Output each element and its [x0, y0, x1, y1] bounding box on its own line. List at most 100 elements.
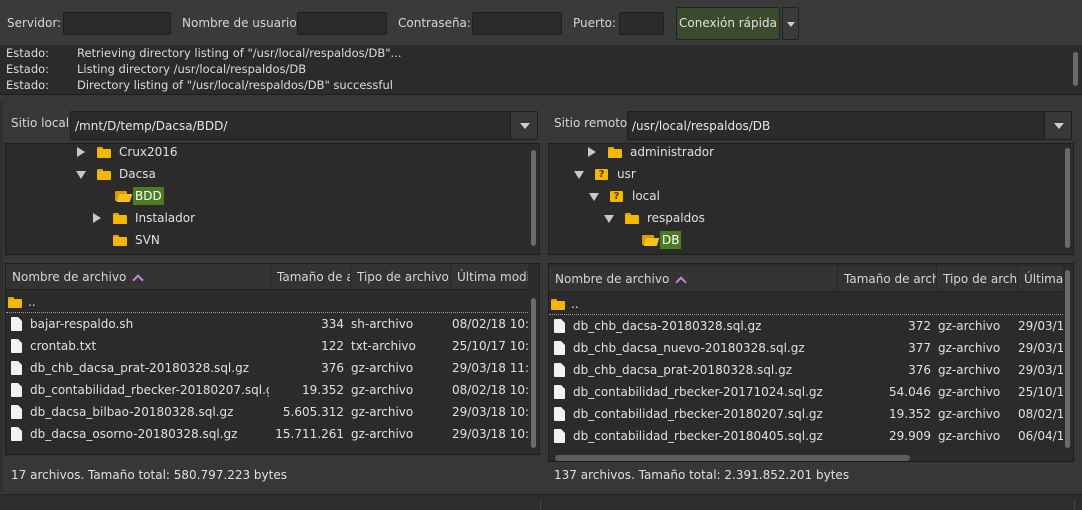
folder-icon	[113, 234, 127, 246]
remote-status-bar: 137 archivos. Tamaño total: 2.391.852.20…	[548, 462, 1074, 492]
list-clip	[6, 447, 528, 454]
local-file-list[interactable]: Nombre de archivo Tamaño de ar Tipo de a…	[5, 263, 540, 455]
port-label: Puerto:	[573, 16, 617, 30]
chevron-down-icon[interactable]	[510, 112, 537, 139]
log-line: Estado: Directory listing of "/usr/local/…	[6, 78, 393, 92]
local-status-bar: 17 archivos. Tamaño total: 580.797.223 b…	[5, 462, 540, 492]
log-line: Estado: Retrieving directory listing of "…	[6, 46, 402, 60]
list-item-parent-dir[interactable]: ..	[549, 293, 1063, 315]
table-row[interactable]: crontab.txt 122 txt-archivo 25/10/17 10:…	[6, 335, 528, 357]
message-log[interactable]: Estado: Retrieving directory listing of "…	[0, 46, 1082, 95]
collapse-arrow-icon[interactable]	[76, 169, 86, 179]
open-folder-icon	[642, 234, 660, 246]
tree-node-crux2016[interactable]: Crux2016	[76, 144, 180, 163]
local-site-bar: Sitio local: /mnt/D/temp/Dacsa/BDD/	[5, 103, 540, 143]
left-gutter	[0, 102, 3, 492]
tree-node-usr[interactable]: ? usr	[574, 163, 638, 185]
folder-icon	[97, 168, 111, 180]
table-row[interactable]: db_dacsa_bilbao-20180328.sql.gz 5.605.31…	[6, 401, 528, 423]
folder-icon	[97, 146, 111, 158]
table-row[interactable]: db_contabilidad_rbecker-20180207.sql.gz …	[6, 379, 528, 401]
username-input[interactable]	[297, 12, 387, 35]
remote-path-combobox[interactable]: /usr/local/respaldos/DB	[627, 111, 1072, 140]
expand-arrow-icon[interactable]	[92, 213, 101, 223]
table-row[interactable]: db_contabilidad_rbecker-20180405.sql.gz …	[549, 425, 1063, 447]
host-label: Servidor:	[7, 16, 62, 30]
local-list-scrollbar[interactable]	[527, 290, 539, 454]
table-row[interactable]: db_contabilidad_rbecker-20180207.sql.gz …	[549, 403, 1063, 425]
list-item-parent-dir[interactable]: ..	[6, 291, 528, 313]
tree-node-svn[interactable]: SVN	[113, 229, 162, 251]
file-icon	[11, 361, 22, 375]
folder-icon	[8, 296, 22, 308]
remote-tree-scrollbar[interactable]	[1061, 144, 1073, 254]
remote-path-value: /usr/local/respaldos/DB	[632, 119, 771, 133]
table-row[interactable]: db_chb_dacsa-20180328.sql.gz 372 gz-arch…	[549, 315, 1063, 337]
chevron-down-icon[interactable]	[1044, 112, 1071, 139]
remote-list-scrollbar[interactable]	[1061, 266, 1073, 452]
table-row[interactable]: bajar-respaldo.sh 334 sh-archivo 08/02/1…	[6, 313, 528, 335]
tree-node-administrador[interactable]: administrador	[587, 144, 716, 163]
folder-icon	[608, 146, 622, 158]
collapse-arrow-icon[interactable]	[574, 169, 584, 179]
log-line: Estado: Listing directory /usr/local/resp…	[6, 62, 307, 76]
tree-node-dacsa[interactable]: Dacsa	[76, 163, 158, 185]
tree-node-bdd[interactable]: BDD	[115, 185, 164, 207]
expand-arrow-icon[interactable]	[587, 147, 596, 157]
local-tree-scrollbar[interactable]	[527, 144, 539, 254]
quickconnect-button[interactable]: Conexión rápida	[676, 7, 780, 40]
sort-ascending-icon	[132, 273, 142, 281]
password-input[interactable]	[472, 12, 562, 35]
file-icon	[554, 385, 565, 399]
column-header-type[interactable]: Tipo de archiv	[937, 266, 1018, 292]
file-icon	[11, 317, 22, 331]
unknown-folder-icon: ?	[595, 168, 609, 180]
remote-directory-tree[interactable]: administrador ? usr ? local respaldos DB	[548, 143, 1074, 255]
table-row[interactable]: db_chb_dacsa_prat-20180328.sql.gz 376 gz…	[549, 359, 1063, 381]
file-icon	[11, 405, 22, 419]
table-row[interactable]: db_chb_dacsa_nuevo-20180328.sql.gz 377 g…	[549, 337, 1063, 359]
host-input[interactable]	[63, 12, 171, 35]
column-header-size[interactable]: Tamaño de archi	[838, 266, 937, 292]
column-header-filename[interactable]: Nombre de archivo	[6, 264, 271, 290]
file-icon	[554, 407, 565, 421]
column-header-modified[interactable]: Última m	[1018, 266, 1063, 292]
table-row[interactable]: db_chb_dacsa_prat-20180328.sql.gz 376 gz…	[6, 357, 528, 379]
remote-file-list[interactable]: Nombre de archivo Tamaño de archi Tipo d…	[548, 263, 1074, 462]
file-icon	[554, 363, 565, 377]
table-row[interactable]: db_dacsa_osorno-20180328.sql.gz 15.711.2…	[6, 423, 528, 445]
tree-node-respaldos[interactable]: respaldos	[604, 207, 707, 229]
collapse-arrow-icon[interactable]	[604, 213, 614, 223]
local-path-combobox[interactable]: /mnt/D/temp/Dacsa/BDD/	[70, 111, 538, 140]
column-header-size[interactable]: Tamaño de ar	[271, 264, 351, 290]
collapse-arrow-icon[interactable]	[589, 191, 599, 201]
port-input[interactable]	[619, 12, 664, 35]
remote-site-label: Sitio remoto:	[554, 116, 632, 130]
log-scrollbar[interactable]	[1070, 46, 1082, 94]
file-icon	[11, 427, 22, 441]
folder-icon	[113, 212, 127, 224]
remote-list-hscrollbar[interactable]	[555, 455, 910, 461]
unknown-folder-icon: ?	[610, 190, 624, 202]
column-header-modified[interactable]: Última modif	[451, 264, 528, 290]
expand-arrow-icon[interactable]	[76, 147, 85, 157]
file-icon	[11, 339, 22, 353]
quickconnect-bar: Servidor: Nombre de usuario: Contraseña:…	[0, 0, 1082, 46]
quickconnect-dropdown-button[interactable]	[782, 7, 799, 40]
tree-node-local[interactable]: ? local	[589, 185, 662, 207]
column-header-filename[interactable]: Nombre de archivo	[549, 266, 838, 292]
file-icon	[554, 429, 565, 443]
tree-node-db[interactable]: DB	[642, 229, 682, 251]
file-icon	[11, 383, 22, 397]
sort-ascending-icon	[675, 275, 685, 283]
local-path-value: /mnt/D/temp/Dacsa/BDD/	[75, 119, 228, 133]
folder-icon	[625, 212, 639, 224]
username-label: Nombre de usuario:	[182, 16, 301, 30]
column-header-type[interactable]: Tipo de archivo	[351, 264, 451, 290]
table-row[interactable]: db_contabilidad_rbecker-20171024.sql.gz …	[549, 381, 1063, 403]
transfer-queue[interactable]	[0, 494, 1082, 510]
local-directory-tree[interactable]: Crux2016 Dacsa BDD Instalador SVN	[5, 143, 540, 255]
file-icon	[554, 319, 565, 333]
tree-node-instalador[interactable]: Instalador	[92, 207, 197, 229]
folder-icon	[551, 298, 565, 310]
